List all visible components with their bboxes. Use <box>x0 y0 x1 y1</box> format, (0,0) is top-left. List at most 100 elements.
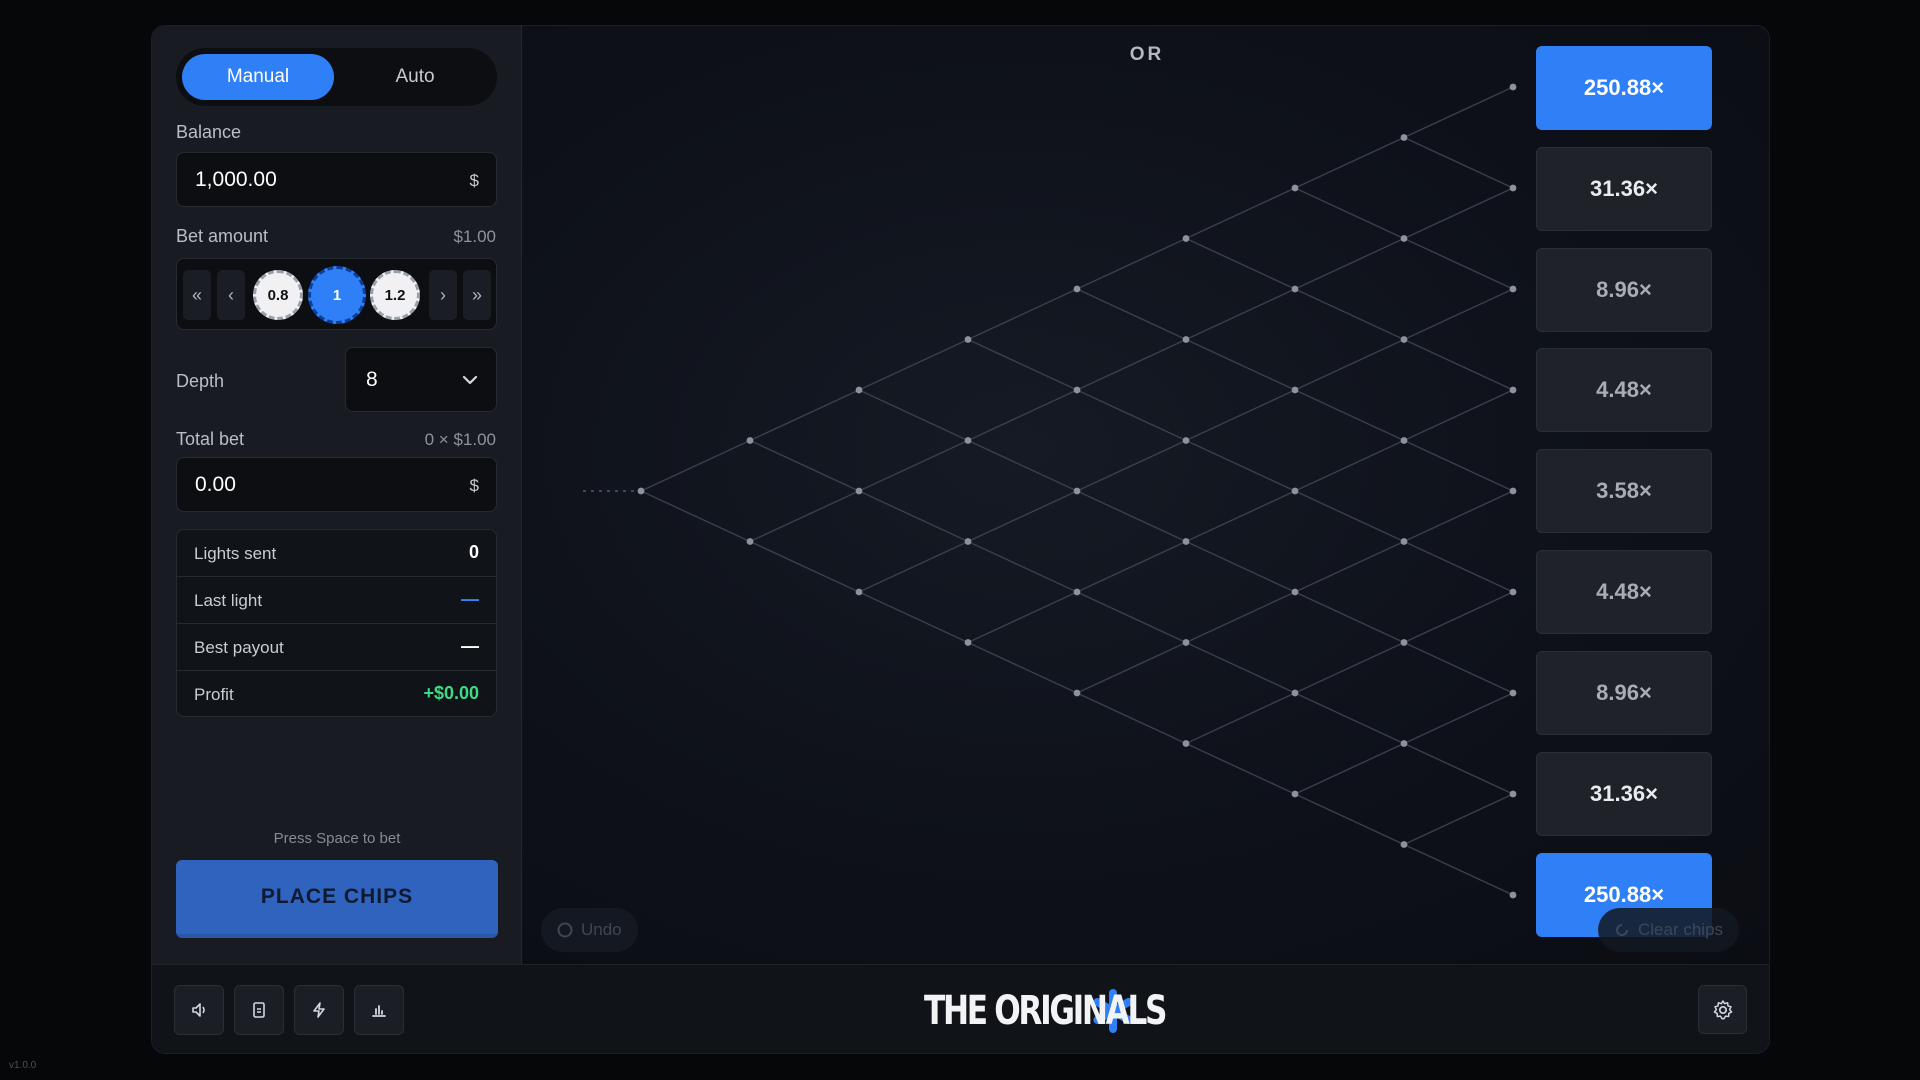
bet-amount-label: Bet amount <box>176 226 269 246</box>
next-chip-button[interactable]: › <box>429 270 457 320</box>
lattice-edge <box>858 338 969 391</box>
lattice-edge <box>967 288 1078 341</box>
stat-value: — <box>461 636 479 656</box>
control-panel: Manual Auto Balance 1,000.00 $ Bet amoun… <box>152 26 522 964</box>
first-chip-button[interactable]: « <box>183 270 211 320</box>
lattice-node <box>1509 386 1517 394</box>
lattice-node <box>1291 487 1299 495</box>
lattice-edge <box>1403 793 1514 846</box>
stat-value: 0 <box>468 542 479 562</box>
lattice-edge <box>1294 187 1405 240</box>
lattice-edge <box>1185 591 1296 644</box>
lattice-edge <box>1403 389 1514 442</box>
last-chip-button[interactable]: » <box>463 270 491 320</box>
lattice-edge <box>1076 237 1187 290</box>
lattice-node <box>1509 487 1517 495</box>
undo-button[interactable]: Undo <box>541 908 638 952</box>
stat-value: — <box>461 589 479 609</box>
lattice-node <box>746 538 754 545</box>
lattice-edge <box>1403 288 1514 341</box>
place-chips-button[interactable]: PLACE CHIPS <box>176 860 498 938</box>
lattice-edge <box>967 439 1078 492</box>
bet-amount-display: $1.00 <box>453 227 496 246</box>
lattice-edge <box>1185 338 1296 391</box>
lattice-node <box>1182 336 1190 343</box>
lattice-node <box>1073 285 1081 293</box>
undo-icon <box>557 922 573 938</box>
lattice-edge <box>1076 389 1187 442</box>
lattice-edge <box>858 490 969 543</box>
lattice-node <box>1073 487 1081 495</box>
lattice-node <box>1291 689 1299 697</box>
balance-value: 1,000.00 <box>195 168 277 191</box>
lattice-node <box>1400 538 1408 545</box>
lattice-node <box>1291 184 1299 192</box>
undo-label: Undo <box>581 920 622 939</box>
document-icon[interactable] <box>234 985 284 1035</box>
lattice-edge <box>1403 591 1514 644</box>
lattice-edge <box>1076 338 1187 391</box>
lattice-edge <box>1294 389 1405 442</box>
tab-auto[interactable]: Auto <box>339 54 491 100</box>
stats-table: Lights sent 0 Last light — Best payout —… <box>176 529 497 717</box>
lattice-edge <box>1076 490 1187 543</box>
lattice-edge <box>749 540 860 593</box>
currency-symbol: $ <box>469 171 479 190</box>
lattice-edge <box>967 641 1078 694</box>
balance-label: Balance <box>176 122 242 142</box>
lattice-node <box>637 487 645 495</box>
lattice-edge <box>1185 288 1296 341</box>
multiplier-slot: 4.48× <box>1536 550 1712 634</box>
lattice-edge <box>858 439 969 492</box>
lattice-node <box>855 487 863 495</box>
stat-row-lights-sent: Lights sent 0 <box>177 530 496 577</box>
lattice-edge <box>1403 187 1514 240</box>
lattice-edge <box>1403 742 1514 795</box>
lattice-edge <box>1294 641 1405 694</box>
speaker-icon[interactable] <box>174 985 224 1035</box>
chip-0-8[interactable]: 0.8 <box>253 270 303 320</box>
chip-1-2[interactable]: 1.2 <box>370 270 420 320</box>
lattice-node <box>1182 639 1190 646</box>
lattice-node <box>1291 285 1299 293</box>
lattice-node <box>964 538 972 545</box>
stat-value: +$0.00 <box>423 683 479 703</box>
lattice-node <box>1509 285 1517 293</box>
clear-chips-label: Clear chips <box>1638 920 1724 939</box>
depth-value: 8 <box>366 368 378 391</box>
lattice-node <box>1400 235 1408 242</box>
multiplier-slot: 8.96× <box>1536 248 1712 332</box>
lattice-node <box>1509 790 1517 798</box>
refresh-icon <box>1616 924 1628 936</box>
lattice-node <box>1509 891 1517 899</box>
lattice-edge <box>967 540 1078 593</box>
clear-chips-button[interactable]: Clear chips <box>1598 908 1740 952</box>
depth-select[interactable]: 8 <box>345 347 497 412</box>
lattice-edge <box>1294 439 1405 492</box>
lattice-edge <box>1185 742 1296 795</box>
settings-button[interactable] <box>1698 985 1747 1034</box>
lattice-edge <box>1076 692 1187 745</box>
lattice-edge <box>640 490 751 543</box>
gear-icon <box>1713 999 1732 1019</box>
tab-manual[interactable]: Manual <box>182 54 334 100</box>
lattice-node <box>1509 184 1517 192</box>
lattice-edge <box>1294 742 1405 795</box>
lightning-icon[interactable] <box>294 985 344 1035</box>
lattice-edge <box>1185 540 1296 593</box>
stat-row-best-payout: Best payout — <box>177 624 496 671</box>
total-bet-formula: 0 × $1.00 <box>424 430 496 449</box>
depth-label: Depth <box>176 371 225 391</box>
chip-selector: « ‹ 0.8 1 1.2 › » <box>176 258 497 330</box>
lattice-node <box>1400 336 1408 343</box>
lattice-edge <box>1294 793 1405 846</box>
lattice-edge <box>1294 540 1405 593</box>
chip-1-selected[interactable]: 1 <box>308 266 366 324</box>
prev-chip-button[interactable]: ‹ <box>217 270 245 320</box>
lattice-edge <box>640 439 751 492</box>
lattice-node <box>1509 83 1517 91</box>
lattice-edge <box>967 338 1078 391</box>
lattice-node <box>1073 689 1081 697</box>
lattice-edge <box>858 591 969 644</box>
bar-chart-icon[interactable] <box>354 985 404 1035</box>
